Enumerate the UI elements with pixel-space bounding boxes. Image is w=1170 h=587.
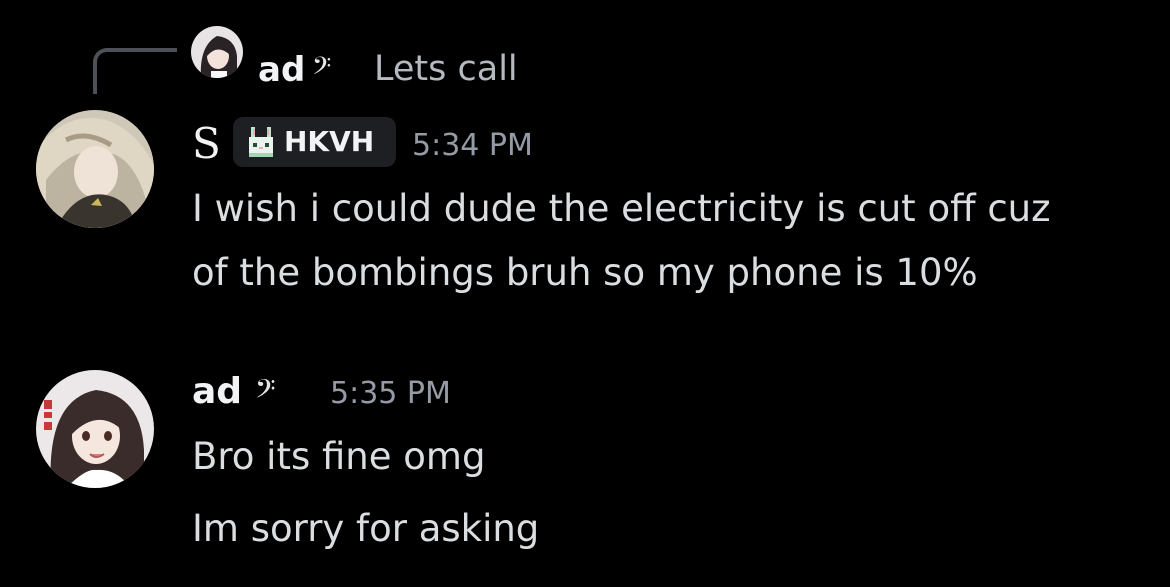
message-text-line[interactable]: Im sorry for asking [192, 502, 539, 556]
message-author-name[interactable]: ad [192, 366, 242, 418]
bass-clef-icon: 𝄢 [312, 52, 332, 87]
reply-author-name[interactable]: ad [258, 48, 305, 92]
avatar-s-image [36, 110, 154, 228]
message-timestamp: 5:35 PM [330, 376, 451, 411]
reply-preview-text[interactable]: Lets call [374, 46, 518, 92]
guild-tag-label: HKVH [284, 125, 375, 158]
bunny-icon [249, 127, 273, 157]
author-avatar-s[interactable] [36, 110, 154, 228]
bass-clef-icon: 𝄢 [255, 373, 276, 411]
message-text-line[interactable]: Bro its fine omg [192, 430, 485, 484]
avatar-ad-image [36, 370, 154, 488]
message-timestamp: 5:34 PM [412, 128, 533, 163]
author-avatar-ad[interactable] [36, 370, 154, 488]
message-text-line[interactable]: I wish i could dude the electricity is c… [192, 182, 1051, 236]
reply-connector-line [93, 48, 177, 94]
reply-author-avatar[interactable] [191, 26, 243, 78]
message-text-line[interactable]: of the bombings bruh so my phone is 10% [192, 246, 978, 300]
message-author-name[interactable]: S [192, 118, 221, 170]
reply-avatar-image [191, 26, 243, 78]
